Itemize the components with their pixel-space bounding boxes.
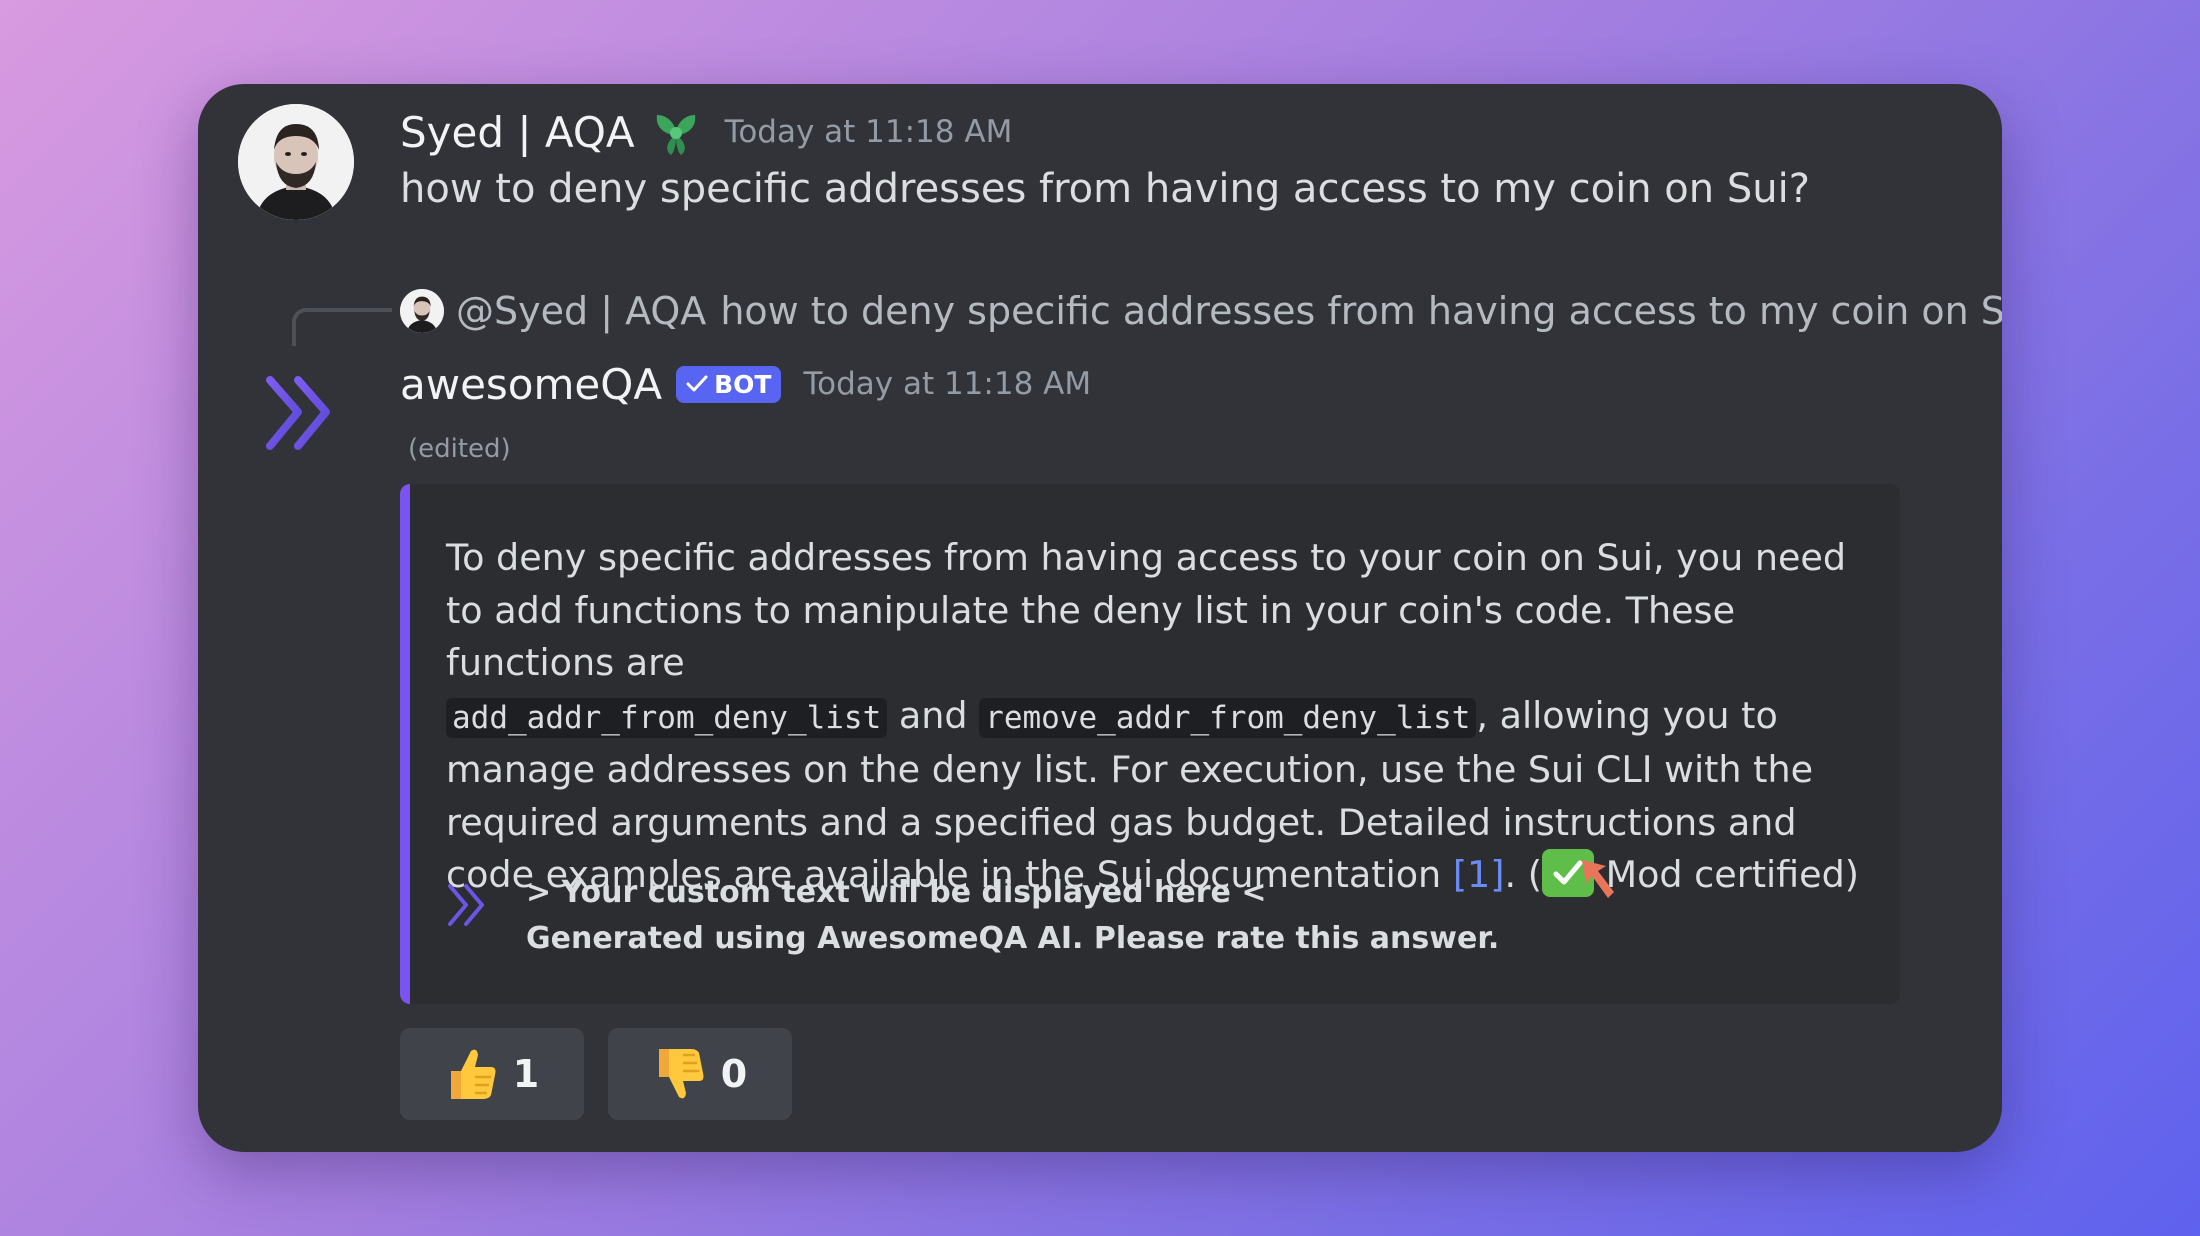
reaction-thumbs-up[interactable]: 1: [400, 1028, 584, 1120]
bot-header: awesomeQA BOT Today at 11:18 AM: [400, 354, 1091, 414]
bot-tag-label: BOT: [714, 369, 772, 399]
answer-embed: To deny specific addresses from having a…: [400, 484, 1900, 1004]
reaction-thumbs-down[interactable]: 0: [608, 1028, 792, 1120]
reply-avatar: [400, 289, 444, 333]
embed-accent-bar: [400, 484, 410, 1004]
awesomeqa-logo-icon[interactable]: [264, 374, 338, 454]
reply-text: how to deny specific addresses from havi…: [720, 289, 2002, 333]
mod-certified-label: Mod certified): [1605, 853, 1860, 896]
bot-tag: BOT: [676, 365, 782, 403]
message-header: Syed | AQA Today at 11:18 AM: [400, 102, 1012, 162]
code-remove-addr: remove_addr_from_deny_list: [979, 697, 1477, 738]
author-name[interactable]: Syed | AQA: [400, 108, 635, 157]
answer-part-3: . (: [1504, 853, 1542, 896]
message-text: how to deny specific addresses from havi…: [400, 166, 1810, 212]
reply-preview[interactable]: @Syed | AQA how to deny specific address…: [400, 286, 2002, 336]
footer-line-1: > Your custom text will be displayed her…: [526, 875, 1267, 910]
edited-label: (edited): [408, 434, 511, 464]
reply-connector: [292, 308, 392, 346]
code-add-addr: add_addr_from_deny_list: [446, 697, 888, 738]
reply-mention[interactable]: @Syed | AQA: [456, 289, 706, 333]
answer-part-1: To deny specific addresses from having a…: [446, 536, 1847, 684]
message-timestamp: Today at 11:18 AM: [724, 114, 1013, 150]
chat-card: Syed | AQA Today at 11:18 AM how to deny…: [198, 84, 2002, 1152]
answer-text: To deny specific addresses from having a…: [446, 532, 1866, 902]
bot-name[interactable]: awesomeQA: [400, 360, 662, 409]
footer-line-2: Generated using AwesomeQA AI. Please rat…: [526, 921, 1500, 956]
embed-footer: > Your custom text will be displayed her…: [446, 870, 1499, 962]
checkmark-icon: [686, 375, 708, 392]
leaf-badge-icon[interactable]: [649, 105, 703, 159]
footer-text: > Your custom text will be displayed her…: [526, 870, 1499, 962]
bot-timestamp: Today at 11:18 AM: [803, 366, 1092, 402]
reaction-count-up: 1: [512, 1052, 540, 1096]
thumbs-up-icon: [450, 1049, 496, 1099]
thumbs-down-icon: [658, 1049, 704, 1099]
reaction-count-down: 0: [720, 1052, 748, 1096]
mouse-cursor-icon: [1576, 854, 1626, 906]
answer-and: and: [898, 693, 968, 737]
footer-logo-icon: [446, 882, 490, 928]
user-avatar[interactable]: [238, 104, 354, 220]
